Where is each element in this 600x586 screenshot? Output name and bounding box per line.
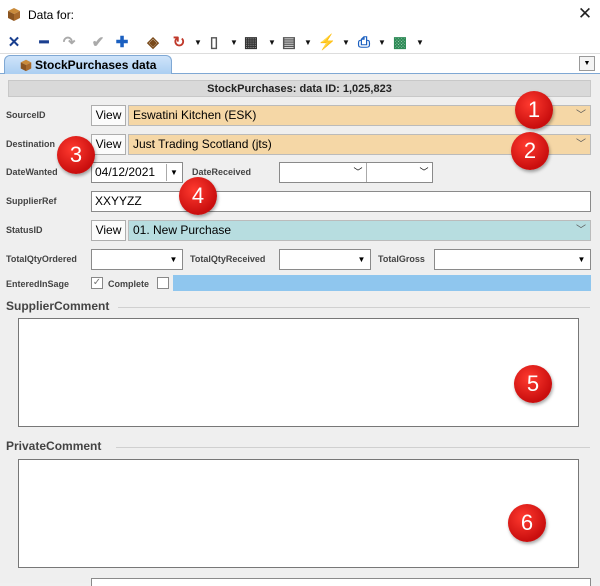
total-qty-ordered-label: TotalQtyOrdered [6, 254, 77, 264]
grid-icon[interactable]: ▦ [242, 32, 260, 52]
supplier-ref-input[interactable]: XXYYZZ [91, 191, 591, 212]
destination-label: Destination [6, 139, 56, 149]
date-wanted-label: DateWanted [6, 167, 58, 177]
print-dropdown-icon[interactable]: ▼ [378, 32, 386, 52]
remove-icon[interactable]: ━ [36, 32, 52, 52]
callout-badge-4: 4 [179, 177, 217, 215]
total-qty-received-select[interactable]: ▼ [279, 249, 371, 270]
callout-badge-6: 6 [508, 504, 546, 542]
refresh-icon[interactable]: ↻ [170, 32, 188, 52]
private-comment-heading: PrivateComment [6, 439, 102, 453]
document-dropdown-icon[interactable]: ▼ [230, 32, 238, 52]
complete-checkbox[interactable] [157, 277, 169, 289]
status-value: 01. New Purchase [133, 223, 232, 237]
date-received-dropdown-icon[interactable]: ﹀ [352, 164, 364, 181]
tab-strip: StockPurchases data ▼ [0, 54, 600, 75]
accept-icon[interactable]: ✔ [90, 32, 106, 52]
redo-icon[interactable]: ↷ [60, 32, 78, 52]
date-wanted-value: 04/12/2021 [95, 165, 156, 179]
callout-badge-1: 1 [515, 91, 553, 129]
record-header: StockPurchases: data ID: 1,025,823 [8, 80, 591, 97]
tab-menu-icon[interactable]: ▼ [579, 56, 595, 71]
time-received-dropdown-icon[interactable]: ﹀ [418, 164, 430, 181]
entered-in-sage-label: EnteredInSage [6, 279, 70, 289]
date-time-divider [366, 163, 367, 182]
entered-in-sage-checkbox[interactable]: ✓ [91, 277, 103, 289]
supplier-comment-textarea[interactable] [18, 318, 579, 427]
complete-label: Complete [108, 279, 150, 289]
document-icon[interactable]: ▯ [206, 32, 222, 52]
total-qty-ordered-select[interactable]: ▼ [91, 249, 183, 270]
app-icon [8, 8, 20, 21]
toolbar: ✕ ━ ↷ ✔ ✚ ◈ ↻ ▼ ▯ ▼ ▦ ▼ ▤ ▼ ⚡ ▼ ⎙ ▼ ▩ ▼ [0, 30, 600, 54]
status-label: StatusID [6, 225, 43, 235]
lightning-icon[interactable]: ⚡ [318, 32, 337, 52]
chevron-down-icon[interactable]: ﹀ [576, 106, 586, 125]
export-dropdown-icon[interactable]: ▼ [416, 32, 424, 52]
supplier-comment-heading: SupplierComment [6, 299, 110, 313]
chevron-down-icon[interactable]: ﹀ [576, 135, 586, 154]
calendar-dropdown-icon[interactable]: ▼ [166, 164, 181, 181]
total-gross-label: TotalGross [378, 254, 425, 264]
next-field-partial[interactable] [91, 578, 591, 586]
source-label: SourceID [6, 110, 46, 120]
source-view-button[interactable]: View [91, 105, 126, 126]
grid-dropdown-icon[interactable]: ▼ [268, 32, 276, 52]
chevron-down-icon[interactable]: ﹀ [576, 221, 586, 240]
refresh-dropdown-icon[interactable]: ▼ [194, 32, 202, 52]
private-comment-rule [116, 447, 590, 448]
lightning-dropdown-icon[interactable]: ▼ [342, 32, 350, 52]
date-received-picker[interactable]: ﹀ ﹀ [279, 162, 433, 183]
form-dropdown-icon[interactable]: ▼ [304, 32, 312, 52]
destination-value: Just Trading Scotland (jts) [133, 137, 272, 151]
destination-view-button[interactable]: View [91, 134, 126, 155]
private-comment-textarea[interactable] [18, 459, 579, 568]
total-gross-select[interactable]: ▼ [434, 249, 591, 270]
chevron-down-icon[interactable]: ▼ [166, 251, 181, 268]
date-received-label: DateReceived [192, 167, 252, 177]
status-view-button[interactable]: View [91, 220, 126, 241]
callout-badge-2: 2 [511, 132, 549, 170]
chevron-down-icon[interactable]: ▼ [354, 251, 369, 268]
add-icon[interactable]: ✚ [114, 32, 130, 52]
tab-label: StockPurchases data [35, 58, 157, 72]
window-title: Data for: [28, 8, 75, 22]
source-value: Eswatini Kitchen (ESK) [133, 108, 257, 122]
chevron-down-icon[interactable]: ▼ [574, 251, 589, 268]
title-bar: Data for: ✕ [0, 0, 600, 30]
status-select[interactable]: 01. New Purchase ﹀ [128, 220, 591, 241]
callout-badge-3: 3 [57, 136, 95, 174]
tab-stockpurchases-data[interactable]: StockPurchases data [4, 55, 172, 75]
close-icon[interactable]: ✕ [574, 4, 596, 26]
supplier-comment-rule [118, 307, 590, 308]
callout-badge-5: 5 [514, 365, 552, 403]
total-qty-received-label: TotalQtyReceived [190, 254, 266, 264]
eraser-icon[interactable]: ◈ [144, 32, 162, 52]
highlight-bar [173, 275, 591, 291]
export-icon[interactable]: ▩ [390, 32, 410, 52]
date-wanted-picker[interactable]: 04/12/2021 ▼ [91, 162, 183, 183]
form-icon[interactable]: ▤ [280, 32, 298, 52]
print-icon[interactable]: ⎙ [354, 32, 374, 52]
supplier-ref-label: SupplierRef [6, 196, 57, 206]
box-icon [20, 59, 32, 72]
delete-icon[interactable]: ✕ [6, 32, 22, 52]
